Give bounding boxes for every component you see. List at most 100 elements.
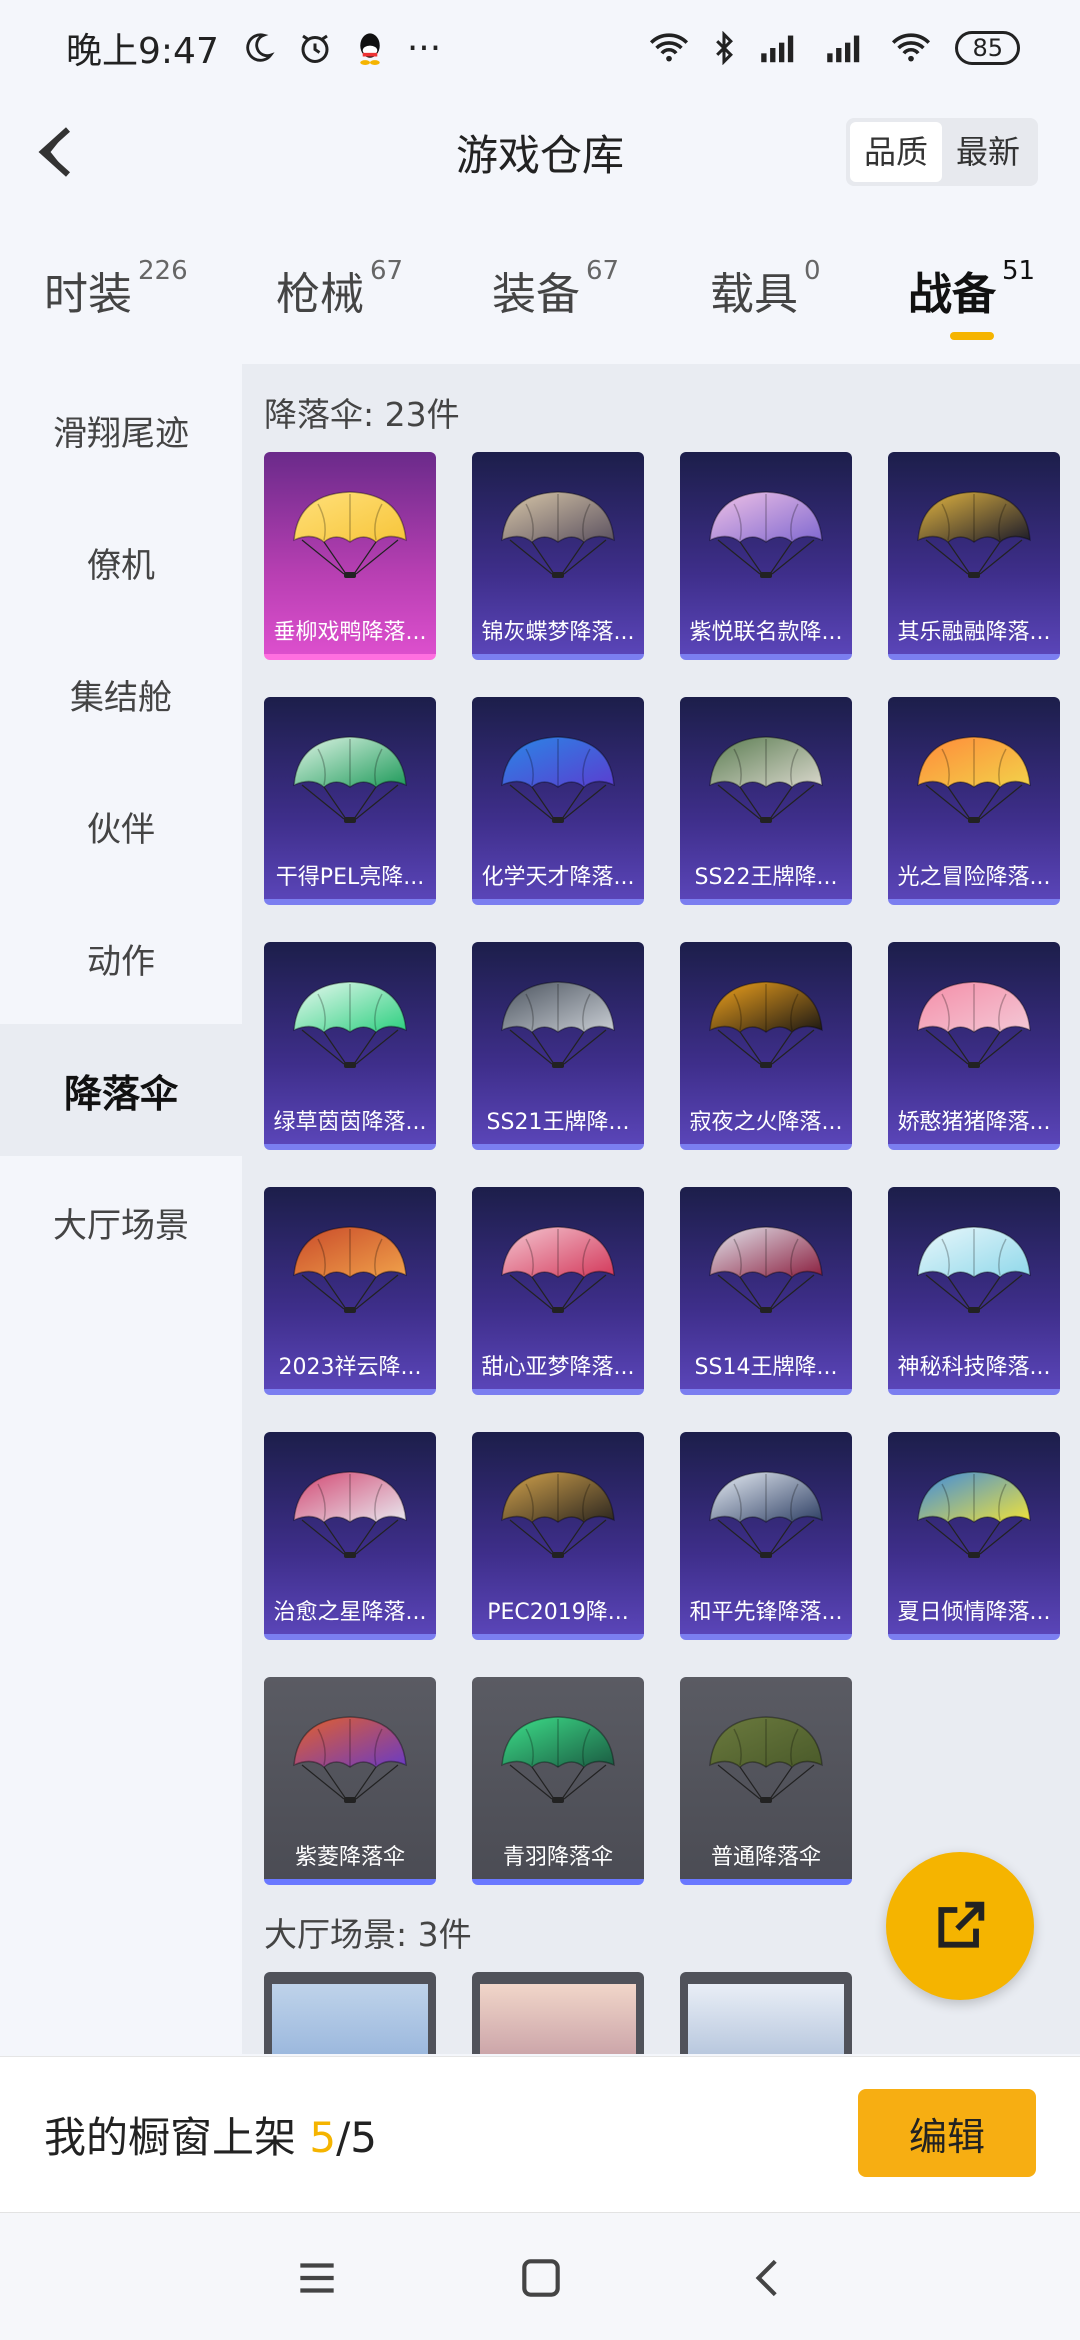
menu-icon[interactable] <box>292 2253 342 2303</box>
parachute-card[interactable]: 和平先锋降落... <box>680 1432 852 1640</box>
parachute-name: 夏日倾情降落... <box>897 1600 1051 1625</box>
page-title: 游戏仓库 <box>455 130 624 180</box>
lobby-scene-card[interactable] <box>472 1972 644 2054</box>
parachute-card[interactable]: 紫悦联名款降... <box>680 452 852 660</box>
tab-label: 战备 <box>908 269 996 320</box>
parachute-name: 其乐融融降落... <box>897 620 1051 645</box>
parachute-name: PEC2019降... <box>487 1600 629 1625</box>
parachute-icon <box>917 1471 1031 1558</box>
tab-label: 枪械 <box>276 269 364 320</box>
parachute-card[interactable]: 普通降落伞 <box>680 1677 852 1885</box>
parachute-card[interactable]: 夏日倾情降落... <box>888 1432 1060 1640</box>
parachute-icon <box>501 736 615 823</box>
tab-fashion[interactable]: 时装 226 <box>44 256 188 322</box>
more-notifications: ··· <box>406 27 442 69</box>
tab-label: 载具 <box>710 269 798 320</box>
lobby-scene-card[interactable] <box>680 1972 852 2054</box>
sidebar: 滑翔尾迹 僚机 集结舱 伙伴 动作 降落伞 大厅场景 <box>0 364 242 2054</box>
parachute-icon <box>709 1226 823 1313</box>
sidebar-item-lobby-scene[interactable]: 大厅场景 <box>0 1156 242 1288</box>
lobby-scene-image <box>272 1984 428 2054</box>
parachute-card[interactable]: 绿草茵茵降落... <box>264 942 436 1150</box>
parachute-name: 光之冒险降落... <box>897 865 1051 890</box>
home-icon[interactable] <box>516 2253 566 2303</box>
sort-by-latest[interactable]: 最新 <box>942 122 1034 182</box>
parachute-name: 和平先锋降落... <box>689 1600 843 1625</box>
tab-count: 67 <box>370 256 404 286</box>
parachute-name: 治愈之星降落... <box>273 1600 427 1625</box>
parachute-name: 娇憨猪猪降落... <box>897 1110 1051 1135</box>
parachute-card[interactable]: SS14王牌降... <box>680 1187 852 1395</box>
parachute-icon <box>293 736 407 823</box>
parachute-section-title: 降落伞: 23件 <box>264 395 460 434</box>
edit-button[interactable]: 编辑 <box>858 2089 1036 2177</box>
tab-weapons[interactable]: 枪械 67 <box>276 256 404 322</box>
parachute-name: 紫菱降落伞 <box>294 1845 405 1870</box>
showcase-total-count: /5 <box>336 2113 377 2162</box>
bluetooth-icon <box>716 31 734 65</box>
parachute-icon <box>293 1471 407 1558</box>
parachute-card[interactable]: SS21王牌降... <box>472 942 644 1150</box>
sidebar-item-emote[interactable]: 动作 <box>0 892 242 1024</box>
signal-icon-1 <box>761 35 794 63</box>
parachute-icon <box>501 1716 615 1803</box>
parachute-card[interactable]: 2023祥云降... <box>264 1187 436 1395</box>
parachute-icon <box>293 981 407 1068</box>
lobby-scene-image <box>688 1984 844 2054</box>
parachute-card[interactable]: 甜心亚梦降落... <box>472 1187 644 1395</box>
parachute-icon <box>293 1226 407 1313</box>
parachute-name: 化学天才降落... <box>481 865 635 890</box>
tab-label: 装备 <box>492 269 580 320</box>
parachute-card[interactable]: 光之冒险降落... <box>888 697 1060 905</box>
item-list: 降落伞: 23件 垂柳戏鸭降落... 锦灰蝶梦降落... 紫悦联名款降... 其乐融融… <box>242 364 1080 2054</box>
parachute-card[interactable]: 干得PEL亮降... <box>264 697 436 905</box>
parachute-card[interactable]: 治愈之星降落... <box>264 1432 436 1640</box>
parachute-card[interactable]: 化学天才降落... <box>472 697 644 905</box>
parachute-card[interactable]: 紫菱降落伞 <box>264 1677 436 1885</box>
share-button[interactable] <box>886 1852 1034 2000</box>
signal-icon-2 <box>827 35 860 63</box>
parachute-icon <box>709 736 823 823</box>
parachute-card[interactable]: 垂柳戏鸭降落... <box>264 452 436 660</box>
parachute-icon <box>293 491 407 578</box>
lobby-scene-card[interactable] <box>264 1972 436 2054</box>
parachute-icon <box>917 736 1031 823</box>
tab-count: 226 <box>138 256 188 286</box>
sidebar-item-companion[interactable]: 伙伴 <box>0 760 242 892</box>
showcase-status: 我的橱窗上架 5/5 <box>44 2104 377 2165</box>
parachute-card[interactable]: 娇憨猪猪降落... <box>888 942 1060 1150</box>
parachute-icon <box>501 1471 615 1558</box>
parachute-card[interactable]: PEC2019降... <box>472 1432 644 1640</box>
parachute-icon <box>709 491 823 578</box>
parachute-icon <box>293 1716 407 1803</box>
parachute-card[interactable]: SS22王牌降... <box>680 697 852 905</box>
tab-equipment[interactable]: 装备 67 <box>492 256 620 322</box>
system-nav-bar <box>0 2212 1080 2340</box>
back-icon[interactable] <box>744 2253 794 2303</box>
parachute-icon <box>709 981 823 1068</box>
sidebar-item-assembly-pod[interactable]: 集结舱 <box>0 628 242 760</box>
tab-battle-gear[interactable]: 战备 51 <box>908 256 1035 322</box>
alarm-icon <box>301 34 329 63</box>
tab-label: 时装 <box>44 269 132 320</box>
app-header: 游戏仓库 品质 最新 <box>0 96 1080 208</box>
parachute-name: 寂夜之火降落... <box>689 1110 843 1135</box>
parachute-name: 锦灰蝶梦降落... <box>481 620 635 645</box>
parachute-icon <box>917 491 1031 578</box>
tab-count: 67 <box>586 256 620 286</box>
tab-vehicles[interactable]: 载具 0 <box>710 256 821 322</box>
sidebar-item-glide-trail[interactable]: 滑翔尾迹 <box>0 364 242 496</box>
sidebar-item-parachute[interactable]: 降落伞 <box>0 1024 242 1156</box>
parachute-name: 2023祥云降... <box>278 1355 422 1380</box>
showcase-current-count: 5 <box>309 2113 337 2162</box>
parachute-card[interactable]: 锦灰蝶梦降落... <box>472 452 644 660</box>
moon-icon <box>246 33 275 62</box>
sort-by-quality[interactable]: 品质 <box>849 122 942 182</box>
category-tabs: 时装 226 枪械 67 装备 67 载具 0 战备 51 <box>0 236 1080 356</box>
parachute-card[interactable]: 其乐融融降落... <box>888 452 1060 660</box>
back-arrow-icon[interactable] <box>28 122 88 182</box>
sidebar-item-wingman[interactable]: 僚机 <box>0 496 242 628</box>
parachute-card[interactable]: 青羽降落伞 <box>472 1677 644 1885</box>
parachute-card[interactable]: 神秘科技降落... <box>888 1187 1060 1395</box>
parachute-card[interactable]: 寂夜之火降落... <box>680 942 852 1150</box>
